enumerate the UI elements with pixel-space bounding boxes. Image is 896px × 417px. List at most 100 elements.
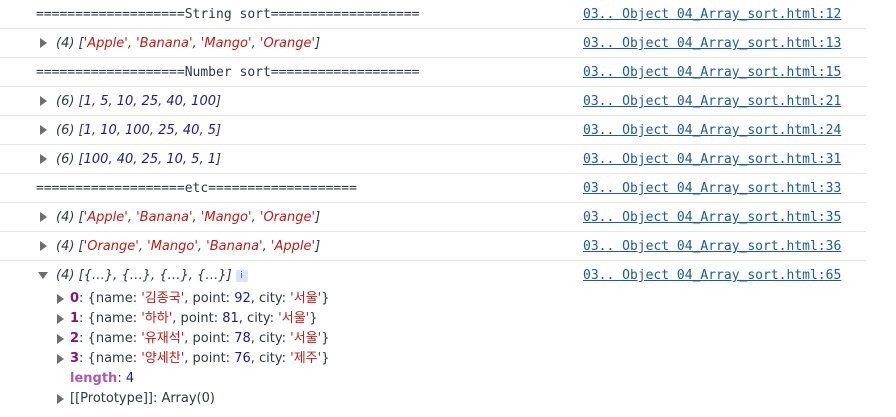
array-count: (6) (56, 94, 75, 109)
array-value: 40 (116, 152, 134, 167)
array-value: Banana (139, 210, 189, 225)
array-preview[interactable]: (6) [100, 40, 25, 10, 5, 1] (56, 152, 221, 167)
entry-point: 81 (222, 311, 239, 326)
console-message: (6) [1, 10, 100, 25, 40, 5] 03.. Object 0… (0, 116, 866, 145)
source-link[interactable]: 03.. Object 04_Array_sort.html:31 (583, 152, 841, 167)
entry-name: 하하 (144, 311, 169, 326)
expand-triangle-icon[interactable] (57, 394, 64, 404)
console-message: (6) [100, 40, 25, 10, 5, 1] 03.. Object 0… (0, 145, 866, 174)
array-count: (4) (56, 239, 75, 254)
expand-triangle-icon[interactable] (40, 125, 47, 135)
array-value: 1 (83, 94, 92, 109)
expand-triangle-icon[interactable] (40, 212, 47, 222)
expand-triangle-icon[interactable] (40, 38, 47, 48)
collapse-triangle-icon[interactable] (38, 272, 48, 279)
prototype-key: [[Prototype]] (70, 391, 154, 406)
array-value: 100 (191, 94, 216, 109)
array-value: 5 (100, 94, 109, 109)
array-entry[interactable]: 0: {name: '김종국', point: 92, city: '서울'} (56, 289, 866, 309)
expand-triangle-icon[interactable] (57, 294, 64, 304)
entry-point: 78 (234, 331, 251, 346)
array-value: Mango (150, 239, 195, 254)
array-value: Orange (263, 36, 312, 51)
array-value: 10 (100, 123, 117, 138)
array-value: Banana (139, 36, 189, 51)
array-value: 10 (166, 152, 183, 167)
array-preview[interactable]: (4) ['Apple', 'Banana', 'Mango', 'Orange… (56, 36, 320, 51)
entry-point: 76 (234, 351, 251, 366)
array-value: Orange (263, 210, 312, 225)
expand-triangle-icon[interactable] (40, 241, 47, 251)
source-link[interactable]: 03.. Object 04_Array_sort.html:24 (583, 123, 841, 138)
object-children: 0: {name: '김종국', point: 92, city: '서울'} 1… (0, 285, 866, 409)
expand-triangle-icon[interactable] (40, 96, 47, 106)
array-value: 25 (141, 152, 159, 167)
entry-name: 김종국 (144, 291, 181, 306)
log-text: ===================String sort==========… (36, 7, 420, 22)
array-value: Mango (204, 36, 249, 51)
expand-triangle-icon[interactable] (57, 334, 64, 344)
length-key: length (70, 371, 118, 386)
source-link[interactable]: 03.. Object 04_Array_sort.html:13 (583, 36, 841, 51)
source-link[interactable]: 03.. Object 04_Array_sort.html:33 (583, 181, 841, 196)
array-value: 5 (207, 123, 216, 138)
entry-index: 3 (70, 351, 80, 366)
prototype-entry[interactable]: [[Prototype]]: Array(0) (56, 389, 866, 409)
array-value: Mango (204, 210, 249, 225)
source-link[interactable]: 03.. Object 04_Array_sort.html:15 (583, 65, 841, 80)
array-value: Apple (274, 239, 312, 254)
console-message: (6) [1, 5, 10, 25, 40, 100] 03.. Object 0… (0, 87, 866, 116)
log-text: ===================Number sort==========… (36, 65, 420, 80)
expand-triangle-icon[interactable] (57, 314, 64, 324)
array-value: 5 (191, 152, 200, 167)
console-message: (4) ['Orange', 'Mango', 'Banana', 'Apple… (0, 232, 866, 261)
source-link[interactable]: 03.. Object 04_Array_sort.html:36 (583, 239, 841, 254)
array-preview[interactable]: (6) [1, 5, 10, 25, 40, 100] (56, 94, 221, 109)
array-value: 25 (141, 94, 159, 109)
array-value: 40 (182, 123, 200, 138)
array-value: 40 (166, 94, 183, 109)
array-value: Banana (209, 239, 260, 254)
array-value: Orange (87, 239, 136, 254)
length-entry: length: 4 (70, 371, 135, 386)
entry-index: 0 (70, 291, 80, 306)
expand-triangle-icon[interactable] (57, 354, 64, 364)
array-count: (4) (56, 210, 75, 225)
array-entry[interactable]: 3: {name: '양세찬', point: 76, city: '제주'} (56, 349, 866, 369)
expanded-header[interactable]: (4) [{…}, {…}, {…}, {…}] i 03.. Object 04_… (0, 261, 866, 285)
log-text: ===================etc==================… (36, 181, 357, 196)
console-message-expanded: (4) [{…}, {…}, {…}, {…}] i 03.. Object 04_… (0, 261, 866, 409)
info-icon[interactable]: i (235, 270, 248, 282)
array-summary: [{…}, {…}, {…}, {…}] (78, 268, 232, 283)
console-messages: ===================String sort==========… (0, 0, 866, 409)
array-preview[interactable]: (6) [1, 10, 100, 25, 40, 5] (56, 123, 221, 138)
source-link[interactable]: 03.. Object 04_Array_sort.html:35 (583, 210, 841, 225)
array-value: 100 (125, 123, 150, 138)
source-link[interactable]: 03.. Object 04_Array_sort.html:65 (583, 268, 841, 283)
console-message: (4) ['Apple', 'Banana', 'Mango', 'Orange… (0, 203, 866, 232)
entry-point: 92 (234, 291, 251, 306)
array-value: Apple (87, 36, 125, 51)
array-value: 1 (83, 123, 92, 138)
console-message: (4) ['Apple', 'Banana', 'Mango', 'Orange… (0, 29, 866, 58)
array-entry[interactable]: 1: {name: '하하', point: 81, city: '서울'} (56, 309, 866, 329)
entry-name: 양세찬 (144, 351, 181, 366)
array-preview[interactable]: (4) ['Apple', 'Banana', 'Mango', 'Orange… (56, 210, 320, 225)
expand-triangle-icon[interactable] (40, 154, 47, 164)
array-count: (4) (56, 268, 75, 283)
array-value: 100 (83, 152, 109, 167)
array-value: 25 (158, 123, 175, 138)
entry-index: 1 (70, 311, 80, 326)
source-link[interactable]: 03.. Object 04_Array_sort.html:12 (583, 7, 841, 22)
array-count: (6) (56, 152, 75, 167)
entry-city: 제주 (293, 351, 318, 366)
array-count: (6) (56, 123, 75, 138)
array-value: 10 (116, 94, 134, 109)
array-count: (4) (56, 36, 75, 51)
array-preview[interactable]: (4) [{…}, {…}, {…}, {…}] i (56, 268, 248, 283)
entry-name: 유재석 (144, 331, 181, 346)
array-entry[interactable]: 2: {name: '유재석', point: 78, city: '서울'} (56, 329, 866, 349)
array-preview[interactable]: (4) ['Orange', 'Mango', 'Banana', 'Apple… (56, 239, 320, 254)
entry-city: 서울 (293, 331, 318, 346)
source-link[interactable]: 03.. Object 04_Array_sort.html:21 (583, 94, 841, 109)
